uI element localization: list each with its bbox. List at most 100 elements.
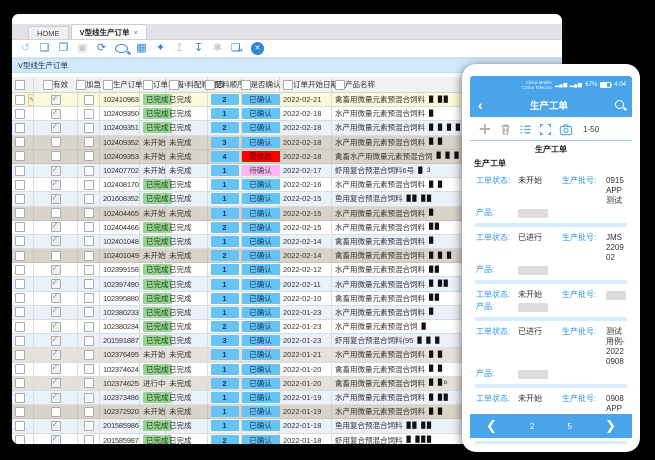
select-all-checkbox[interactable] xyxy=(103,80,113,90)
valid-checkbox[interactable] xyxy=(51,393,61,403)
work-order-item[interactable]: 工单状态: 未开始 生产批号: 产品: xyxy=(475,284,627,321)
tab-production-orders[interactable]: V型线生产订单 × xyxy=(71,24,147,39)
urgent-checkbox[interactable] xyxy=(84,307,94,317)
select-all-checkbox[interactable] xyxy=(15,80,25,90)
row-select-checkbox[interactable] xyxy=(15,166,25,176)
select-all-checkbox[interactable] xyxy=(76,80,86,90)
valid-checkbox[interactable] xyxy=(51,307,61,317)
row-select-checkbox[interactable] xyxy=(15,251,25,261)
row-select-checkbox[interactable] xyxy=(15,421,25,431)
row-select-checkbox[interactable] xyxy=(15,123,25,133)
urgent-checkbox[interactable] xyxy=(84,322,94,332)
urgent-checkbox[interactable] xyxy=(84,166,94,176)
row-select-checkbox[interactable] xyxy=(15,393,25,403)
refresh-icon[interactable]: ⟳ xyxy=(96,42,107,55)
col-material[interactable]: 小料配料状态 xyxy=(166,77,208,92)
valid-checkbox[interactable] xyxy=(51,279,61,289)
urgent-checkbox[interactable] xyxy=(84,236,94,246)
valid-checkbox[interactable] xyxy=(51,180,61,190)
copy-icon[interactable]: ❐ xyxy=(58,42,69,55)
row-select-checkbox[interactable] xyxy=(15,307,25,317)
col-order[interactable]: 生产订单 xyxy=(100,77,140,92)
select-all-checkbox[interactable] xyxy=(241,80,251,90)
urgent-checkbox[interactable] xyxy=(84,95,94,105)
urgent-checkbox[interactable] xyxy=(84,279,94,289)
valid-checkbox[interactable] xyxy=(51,222,61,232)
select-all-checkbox[interactable] xyxy=(43,80,53,90)
valid-checkbox[interactable] xyxy=(51,350,61,360)
urgent-checkbox[interactable] xyxy=(84,222,94,232)
urgent-checkbox[interactable] xyxy=(84,350,94,360)
row-select-checkbox[interactable] xyxy=(15,236,25,246)
camera-icon[interactable] xyxy=(559,123,573,136)
urgent-checkbox[interactable] xyxy=(84,251,94,261)
row-select-checkbox[interactable] xyxy=(15,407,25,417)
valid-checkbox[interactable] xyxy=(51,322,61,332)
urgent-checkbox[interactable] xyxy=(84,194,94,204)
urgent-checkbox[interactable] xyxy=(84,364,94,374)
row-select-checkbox[interactable] xyxy=(15,109,25,119)
work-order-item[interactable]: 工单状态: 已进行 生产批号: JMS220902 产品: xyxy=(475,227,627,284)
valid-checkbox[interactable] xyxy=(51,137,61,147)
settings-icon[interactable]: ✱ xyxy=(212,42,223,55)
row-select-checkbox[interactable] xyxy=(15,137,25,147)
urgent-checkbox[interactable] xyxy=(84,293,94,303)
scan-icon[interactable] xyxy=(539,123,552,136)
row-select-checkbox[interactable] xyxy=(15,151,25,161)
col-status[interactable]: 订单状态 xyxy=(140,77,166,92)
wand-icon[interactable]: ✦ xyxy=(155,42,166,55)
search-icon[interactable] xyxy=(615,100,624,109)
next-page-icon[interactable]: ❯ xyxy=(605,418,616,434)
col-seq[interactable]: 配料顺序 xyxy=(208,77,242,92)
col-select[interactable] xyxy=(12,77,34,92)
valid-checkbox[interactable] xyxy=(51,364,61,374)
valid-checkbox[interactable] xyxy=(51,251,61,261)
urgent-checkbox[interactable] xyxy=(84,208,94,218)
valid-checkbox[interactable] xyxy=(51,194,61,204)
urgent-checkbox[interactable] xyxy=(84,180,94,190)
col-date[interactable]: 订单开始日期 xyxy=(280,77,332,92)
row-select-checkbox[interactable] xyxy=(15,265,25,275)
tab-close-icon[interactable]: × xyxy=(134,28,138,37)
urgent-checkbox[interactable] xyxy=(84,336,94,346)
col-valid[interactable]: 有效 xyxy=(34,77,78,92)
valid-checkbox[interactable] xyxy=(51,435,61,444)
valid-checkbox[interactable] xyxy=(51,293,61,303)
valid-checkbox[interactable] xyxy=(51,151,61,161)
urgent-checkbox[interactable] xyxy=(84,265,94,275)
valid-checkbox[interactable] xyxy=(51,208,61,218)
row-select-checkbox[interactable] xyxy=(15,208,25,218)
valid-checkbox[interactable] xyxy=(51,421,61,431)
total-pages[interactable]: 5 xyxy=(568,422,572,431)
row-select-checkbox[interactable] xyxy=(15,180,25,190)
valid-checkbox[interactable] xyxy=(51,166,61,176)
delete-icon[interactable] xyxy=(499,123,512,136)
urgent-checkbox[interactable] xyxy=(84,421,94,431)
row-select-checkbox[interactable] xyxy=(15,194,25,204)
work-order-item[interactable]: 工单状态: 未开始 生产批号: 0915APP测试 产品: xyxy=(475,170,627,227)
urgent-checkbox[interactable] xyxy=(84,151,94,161)
valid-checkbox[interactable] xyxy=(51,109,61,119)
select-all-checkbox[interactable] xyxy=(143,80,153,90)
undo-icon[interactable]: ↺ xyxy=(20,42,31,55)
row-select-checkbox[interactable] xyxy=(15,293,25,303)
tab-home[interactable]: HOME xyxy=(28,26,69,39)
table-icon[interactable]: ▦ xyxy=(136,42,147,55)
urgent-checkbox[interactable] xyxy=(84,137,94,147)
row-select-checkbox[interactable] xyxy=(15,95,25,105)
search-icon[interactable] xyxy=(115,44,128,53)
select-all-checkbox[interactable] xyxy=(283,80,293,90)
save-icon[interactable]: ▣ xyxy=(77,42,88,55)
valid-checkbox[interactable] xyxy=(51,378,61,388)
urgent-checkbox[interactable] xyxy=(84,123,94,133)
col-confirm[interactable]: 是否确认 xyxy=(242,77,280,92)
row-select-checkbox[interactable] xyxy=(15,279,25,289)
valid-checkbox[interactable] xyxy=(51,123,61,133)
urgent-checkbox[interactable] xyxy=(84,109,94,119)
select-all-checkbox[interactable] xyxy=(205,80,215,90)
current-page[interactable]: 2 xyxy=(530,422,534,431)
valid-checkbox[interactable] xyxy=(51,236,61,246)
row-select-checkbox[interactable] xyxy=(15,364,25,374)
upload-icon[interactable]: ↥ xyxy=(174,42,185,55)
urgent-checkbox[interactable] xyxy=(84,407,94,417)
